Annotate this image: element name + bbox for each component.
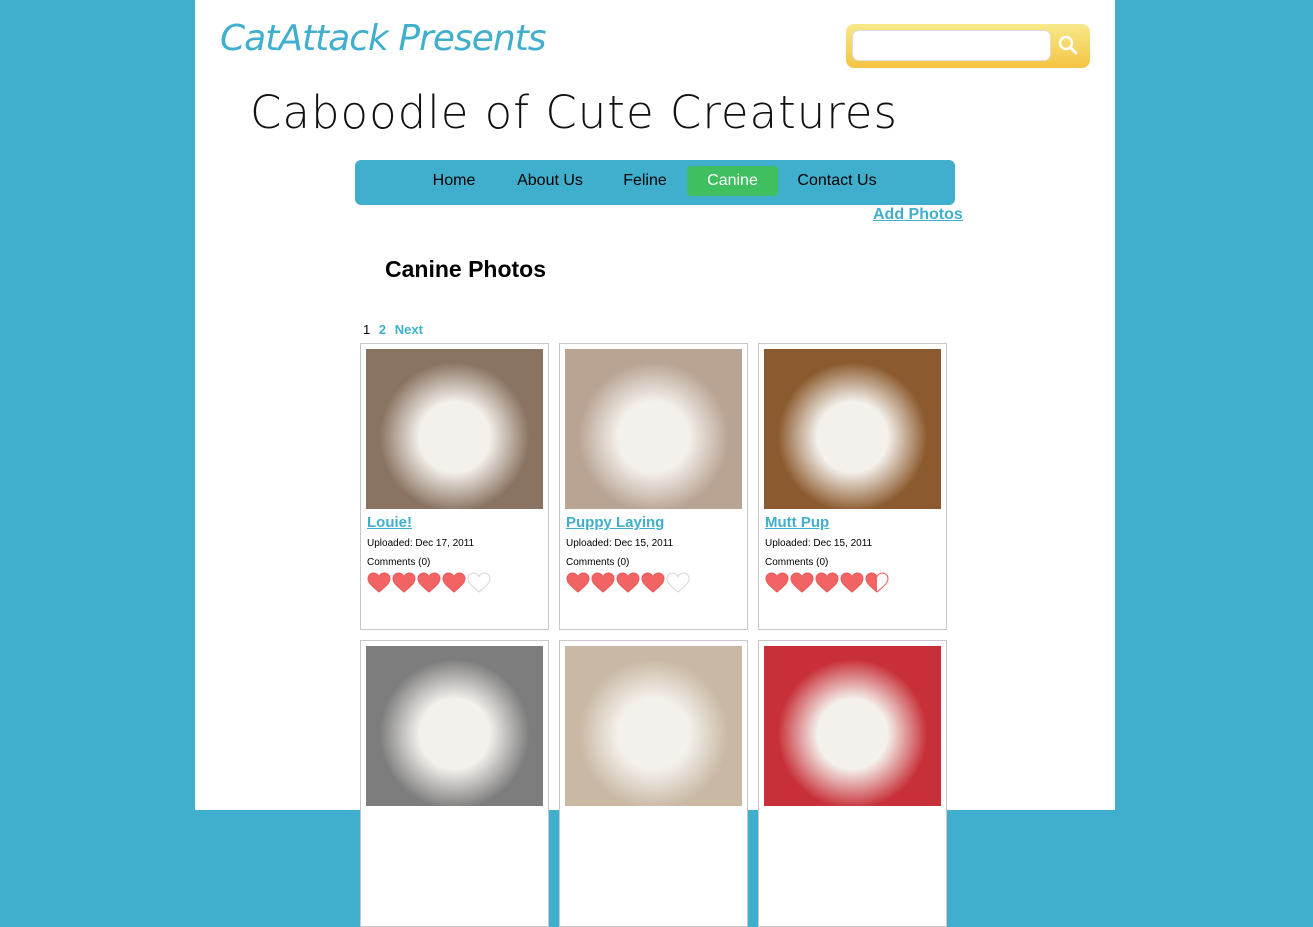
heart-icon[interactable] [790,572,814,594]
heart-icon[interactable] [442,572,466,594]
heart-icon[interactable] [417,572,441,594]
photo-title-link[interactable]: Louie! [367,514,412,531]
photo-card [360,640,549,927]
comments-link[interactable]: Comments (0) [765,557,828,568]
comments-link[interactable]: Comments (0) [367,557,430,568]
nav-home[interactable]: Home [415,166,493,196]
page: CatAttack Presents Caboodle of Cute Crea… [195,0,1115,927]
photo-card: Louie! Uploaded: Dec 17, 2011 Comments (0) [360,343,549,630]
heart-icon[interactable] [865,572,889,594]
heart-icon[interactable] [641,572,665,594]
brand-logo[interactable]: CatAttack Presents [220,18,547,59]
upload-date: Uploaded: Dec 15, 2011 [566,538,674,549]
heart-icon[interactable] [367,572,391,594]
section-title: Canine Photos [385,256,547,282]
heart-icon[interactable] [616,572,640,594]
photo-card: Mutt Pup Uploaded: Dec 15, 2011 Comments (… [758,343,947,630]
nav-about-us[interactable]: About Us [505,166,595,196]
photo-thumbnail[interactable] [764,646,941,806]
rating-hearts[interactable] [367,572,491,594]
heart-icon[interactable] [840,572,864,594]
photo-thumbnail[interactable] [764,349,941,509]
photo-thumbnail[interactable] [366,646,543,806]
photo-thumbnail[interactable] [565,646,742,806]
heart-icon[interactable] [765,572,789,594]
add-photos-link[interactable]: Add Photos [873,206,963,224]
search-input[interactable] [852,30,1051,61]
nav-canine[interactable]: Canine [687,166,778,196]
heart-icon[interactable] [566,572,590,594]
upload-date: Uploaded: Dec 17, 2011 [367,538,475,549]
photo-card: Puppy Laying Uploaded: Dec 15, 2011 Commen… [559,343,748,630]
pager-page-2[interactable]: 2 [379,322,386,337]
pager-next[interactable]: Next [395,322,423,337]
photo-card [758,640,947,927]
rating-hearts[interactable] [765,572,889,594]
main-nav: Home About Us Feline Canine Contact Us [355,160,955,205]
heart-icon[interactable] [467,572,491,594]
heart-icon[interactable] [666,572,690,594]
site-title: Caboodle of Cute Creatures [250,86,898,139]
upload-date: Uploaded: Dec 15, 2011 [765,538,873,549]
comments-link[interactable]: Comments (0) [566,557,629,568]
nav-contact-us[interactable]: Contact Us [787,166,887,196]
search-box [846,24,1090,68]
photo-card [559,640,748,927]
pager: 1 2 Next [363,322,423,337]
pager-current: 1 [363,322,371,337]
heart-icon[interactable] [815,572,839,594]
search-button[interactable] [1053,32,1083,60]
heart-icon[interactable] [392,572,416,594]
photo-thumbnail[interactable] [366,349,543,509]
photo-title-link[interactable]: Mutt Pup [765,514,829,531]
photo-title-link[interactable]: Puppy Laying [566,514,664,531]
nav-feline[interactable]: Feline [610,166,680,196]
search-icon [1058,35,1078,54]
rating-hearts[interactable] [566,572,690,594]
heart-icon[interactable] [591,572,615,594]
photo-thumbnail[interactable] [565,349,742,509]
